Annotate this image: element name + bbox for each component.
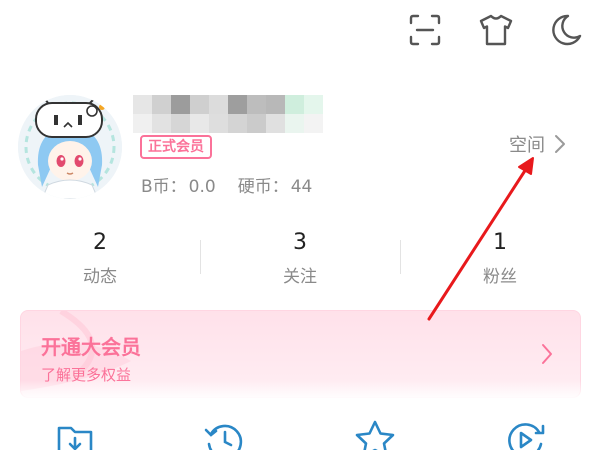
mosaic-cell [152,114,171,133]
chevron-right-icon [555,135,565,153]
mosaic-cell [228,114,247,133]
chevron-right-icon [542,344,552,364]
scan-icon[interactable] [405,10,445,50]
mosaic-cell [209,95,228,114]
stat-label: 动态 [83,267,117,287]
space-label: 空间 [509,135,545,156]
bcoin-label: B币： [141,177,187,197]
stats-row: 2 动态 3 关注 1 粉丝 [0,228,600,294]
mosaic-cell [285,95,304,114]
mosaic-cell [133,114,152,133]
space-link[interactable]: 空间 [509,131,567,157]
coin-balance: B币： 0.0 硬币： 44 [141,172,314,197]
mosaic-cell [228,95,247,114]
mosaic-cell [171,95,190,114]
vip-banner-title: 开通大会员 [41,335,141,359]
fade-overlay [0,380,600,400]
stat-following[interactable]: 3 关注 [200,228,400,292]
mosaic-cell [247,95,266,114]
mosaic-cell [247,114,266,133]
stat-count: 1 [493,230,507,255]
tshirt-icon[interactable] [476,10,516,50]
mosaic-cell [133,95,152,114]
avatar[interactable] [18,95,122,199]
stat-divider [400,240,401,274]
mosaic-cell [285,114,304,133]
mosaic-cell [171,114,190,133]
mosaic-cell [209,114,228,133]
vip-badge[interactable]: 正式会员 [140,135,212,159]
top-bar [0,0,600,64]
favorite-icon[interactable] [353,418,397,450]
bcoin-value: 0.0 [188,177,216,197]
mosaic-cell [266,114,285,133]
moon-icon[interactable] [546,10,586,50]
download-icon[interactable] [53,418,97,450]
stat-dynamics[interactable]: 2 动态 [0,228,200,292]
stat-divider [200,240,201,274]
stat-fans[interactable]: 1 粉丝 [400,228,600,292]
history-icon[interactable] [203,418,247,450]
username-mosaic [133,95,323,133]
mosaic-cell [190,95,209,114]
mosaic-cell [304,114,323,133]
mosaic-cell [266,95,285,114]
stat-label: 关注 [283,267,317,287]
coin-label: 硬币： [237,177,289,197]
mosaic-cell [152,95,171,114]
coin-value: 44 [290,177,313,197]
watch-later-icon[interactable] [503,418,547,450]
stat-label: 粉丝 [483,267,517,287]
mosaic-cell [190,114,209,133]
mosaic-cell [304,95,323,114]
stat-count: 3 [293,230,307,255]
stat-count: 2 [93,230,107,255]
